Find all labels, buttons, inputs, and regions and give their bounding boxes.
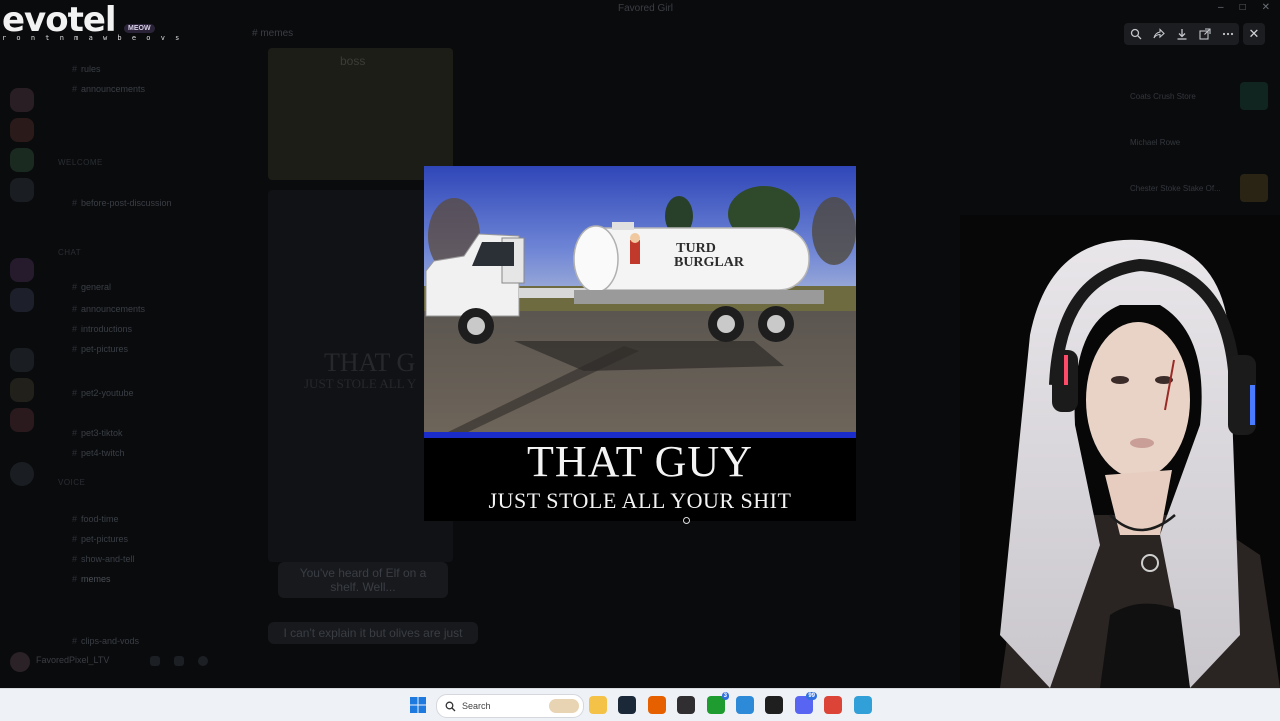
- thumb-meme-sub: JUST STOLE ALL Y: [304, 376, 417, 391]
- channel-item[interactable]: # food-time: [72, 514, 119, 524]
- close-icon: ✕: [1248, 26, 1260, 41]
- server-icon[interactable]: [10, 258, 34, 282]
- server-icon[interactable]: [10, 288, 34, 312]
- discord-icon[interactable]: 99: [795, 692, 817, 714]
- server-icon[interactable]: [10, 178, 34, 202]
- channel-item[interactable]: # clips-and-vods: [72, 636, 139, 646]
- activity-item[interactable]: Chester Stoke Stake Of...: [1130, 184, 1221, 193]
- chrome-icon[interactable]: [824, 696, 842, 714]
- server-icon[interactable]: [10, 148, 34, 172]
- xbox-icon[interactable]: 3: [707, 692, 729, 714]
- mic-icon[interactable]: [150, 656, 160, 666]
- logo-text: evotel: [2, 0, 117, 40]
- channel-header: # memes: [252, 28, 294, 39]
- user-panel: FavoredPixel_LTV: [10, 650, 220, 678]
- channel-item[interactable]: # before-post-discussion: [72, 198, 172, 208]
- server-rail: [0, 50, 44, 680]
- settings-icon[interactable]: [198, 656, 208, 666]
- server-icon[interactable]: [10, 408, 34, 432]
- truck-logo-line2: BURGLAR: [674, 255, 745, 270]
- channel-item[interactable]: # rules: [72, 64, 101, 74]
- terminal-icon[interactable]: [765, 696, 783, 714]
- file-explorer-icon[interactable]: [589, 696, 607, 714]
- app-blue-icon[interactable]: [736, 696, 754, 714]
- maximize-icon[interactable]: □: [1240, 2, 1246, 16]
- headphones-icon[interactable]: [174, 656, 184, 666]
- message-image[interactable]: boss: [268, 48, 453, 180]
- channel-item[interactable]: # announcements: [72, 84, 145, 94]
- server-icon[interactable]: [10, 378, 34, 402]
- avatar[interactable]: [10, 652, 30, 672]
- meow-badge: MEOW: [124, 24, 155, 33]
- image-viewer-toolbar: [1124, 23, 1239, 45]
- logo-subtext: r o n t n m a w b e o v s: [2, 34, 183, 42]
- server-icon[interactable]: [10, 118, 34, 142]
- user-name: FavoredPixel_LTV: [36, 655, 110, 665]
- notification-badge: 99: [806, 692, 817, 700]
- notepad-icon[interactable]: [854, 696, 872, 714]
- search-placeholder: Search: [462, 701, 491, 711]
- window-close-icon[interactable]: ✕: [1262, 2, 1270, 16]
- channel-item[interactable]: # pet2-youtube: [72, 388, 134, 398]
- minimize-icon[interactable]: –: [1218, 2, 1224, 16]
- channel-item[interactable]: # introductions: [72, 324, 132, 334]
- close-viewer-button[interactable]: ✕: [1243, 23, 1265, 45]
- window-title: Favored Girl: [618, 3, 674, 14]
- activity-item[interactable]: Coats Crush Store: [1130, 92, 1196, 101]
- search-highlight-icon: [549, 699, 579, 713]
- meme-subtitle: JUST STOLE ALL YOUR SHIT: [488, 488, 792, 513]
- windows-start-icon[interactable]: [410, 697, 426, 713]
- category-label: Chat: [58, 248, 82, 257]
- server-icon[interactable]: [10, 348, 34, 372]
- channel-item[interactable]: # pet-pictures: [72, 344, 128, 354]
- meme-image[interactable]: TURD BURGLAR THAT GUY JUST STOLE ALL YOU…: [424, 166, 856, 521]
- activity-thumbnail: [1240, 82, 1268, 110]
- server-icon[interactable]: [10, 88, 34, 112]
- cursor-icon: [683, 517, 690, 524]
- thumb-meme-text: THAT G: [324, 348, 416, 377]
- channel-item[interactable]: # announcements: [72, 304, 145, 314]
- firefox-icon[interactable]: [648, 696, 666, 714]
- message-bubble: You've heard of Elf on a shelf. Well...: [278, 562, 448, 598]
- share-icon[interactable]: [1152, 28, 1165, 40]
- taskbar-search-box[interactable]: Search: [436, 694, 584, 718]
- notification-badge: 3: [721, 692, 729, 700]
- category-label: Welcome: [58, 158, 103, 167]
- window-controls: – □ ✕: [1210, 2, 1278, 16]
- channel-item[interactable]: # pet-pictures: [72, 534, 128, 544]
- image-caption: boss: [340, 54, 366, 68]
- more-icon[interactable]: [1222, 28, 1234, 40]
- taskbar: Search 3 99: [0, 688, 1280, 721]
- activity-item[interactable]: Michael Rowe: [1130, 138, 1180, 147]
- download-icon[interactable]: [1176, 28, 1188, 40]
- meme-title: THAT GUY: [527, 437, 753, 486]
- message-bubble: I can't explain it but olives are just: [268, 622, 478, 644]
- category-label: Voice: [58, 478, 86, 487]
- steam-icon[interactable]: [618, 696, 636, 714]
- add-server-icon[interactable]: [10, 462, 34, 486]
- truck-logo-line1: TURD: [676, 241, 716, 256]
- channel-item[interactable]: # show-and-tell: [72, 554, 135, 564]
- open-external-icon[interactable]: [1198, 28, 1211, 40]
- channel-list: Welcome # rules # announcements # before-po…: [44, 50, 224, 660]
- channel-item[interactable]: # general: [72, 282, 111, 292]
- zoom-icon[interactable]: [1130, 28, 1142, 40]
- channel-item[interactable]: # pet3-tiktok: [72, 428, 123, 438]
- truck-photo: TURD BURGLAR: [424, 166, 856, 436]
- channel-item-active[interactable]: # memes: [72, 574, 111, 584]
- webcam-overlay: [960, 215, 1280, 688]
- activity-thumbnail: [1240, 174, 1268, 202]
- channel-item[interactable]: # pet4-twitch: [72, 448, 125, 458]
- stream-logo: evotel r o n t n m a w b e o v s: [2, 2, 182, 42]
- obs-icon[interactable]: [677, 696, 695, 714]
- search-icon: [445, 701, 456, 711]
